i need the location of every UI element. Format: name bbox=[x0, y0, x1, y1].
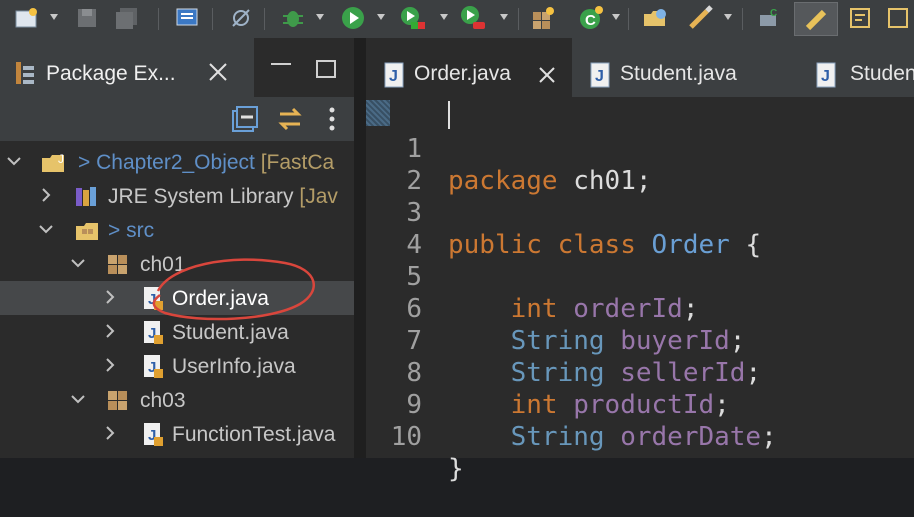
terminal-icon[interactable] bbox=[172, 2, 202, 34]
package-explorer-icon bbox=[14, 60, 36, 91]
minimize-icon[interactable] bbox=[271, 63, 291, 69]
package-explorer-view: Package Ex... J > Chapter2_Object [FastC… bbox=[0, 38, 354, 458]
java-file-icon: J bbox=[590, 62, 612, 93]
toolbar-separator bbox=[518, 8, 519, 30]
code-line: 4 bbox=[366, 197, 914, 260]
java-file-icon: J bbox=[816, 62, 838, 93]
close-icon[interactable] bbox=[538, 66, 556, 84]
search-dropdown-icon[interactable] bbox=[724, 14, 732, 20]
toggle-mark-occurrences-icon[interactable] bbox=[794, 2, 838, 36]
skip-breakpoints-icon[interactable] bbox=[226, 2, 256, 34]
code-line: 8 int productId; bbox=[366, 325, 914, 420]
svg-text:C: C bbox=[585, 12, 596, 29]
search-icon[interactable] bbox=[686, 2, 716, 34]
new-class-dropdown-icon[interactable] bbox=[612, 14, 620, 20]
maximize-icon[interactable] bbox=[316, 60, 336, 78]
tab-student-java[interactable]: J Student.java bbox=[572, 38, 798, 97]
line-number: 10 bbox=[390, 422, 422, 452]
debug-dropdown-icon[interactable] bbox=[316, 14, 324, 20]
new-dropdown-icon[interactable] bbox=[50, 14, 58, 20]
toolbar-separator bbox=[212, 8, 213, 30]
package-explorer-title: Package Ex... bbox=[46, 62, 176, 85]
debug-icon[interactable] bbox=[278, 2, 308, 34]
svg-text:J: J bbox=[821, 68, 830, 85]
run-icon[interactable] bbox=[338, 2, 368, 34]
pane-divider[interactable] bbox=[354, 38, 366, 458]
main-toolbar: C C bbox=[0, 0, 914, 38]
editor-tab-bar: J Order.java J Student.java J Studen bbox=[366, 38, 914, 97]
tab-studen-truncated[interactable]: J Studen bbox=[798, 38, 914, 97]
external-tools-dropdown-icon[interactable] bbox=[500, 14, 508, 20]
annotation-circle bbox=[152, 258, 315, 321]
previous-annotation-icon[interactable] bbox=[884, 2, 914, 34]
toolbar-separator bbox=[628, 8, 629, 30]
toolbar-separator bbox=[264, 8, 265, 30]
tab-order-java[interactable]: J Order.java bbox=[366, 38, 572, 97]
toolbar-separator bbox=[158, 8, 159, 30]
collapse-all-icon[interactable] bbox=[230, 105, 260, 138]
tab-label: Order.java bbox=[414, 62, 511, 85]
code-text: String orderDate; bbox=[510, 422, 777, 452]
text-cursor bbox=[448, 101, 450, 129]
code-line: 7 String sellerId; bbox=[366, 293, 914, 388]
code-line: 9 String orderDate; bbox=[366, 357, 914, 452]
link-with-editor-icon[interactable] bbox=[276, 105, 304, 138]
coverage-dropdown-icon[interactable] bbox=[440, 14, 448, 20]
code-line: 2 bbox=[366, 133, 914, 196]
new-class-icon[interactable]: C bbox=[576, 2, 606, 34]
view-menu-icon[interactable] bbox=[326, 105, 338, 138]
editor-area: J Order.java J Student.java J Studen 1 p… bbox=[366, 38, 914, 484]
svg-text:J: J bbox=[595, 68, 604, 85]
package-explorer-header: Package Ex... bbox=[0, 38, 354, 97]
package-tree: J > Chapter2_Object [FastCa JRE System L… bbox=[0, 141, 354, 458]
code-line: 3 public class Order { bbox=[366, 165, 914, 260]
tab-label: Student.java bbox=[620, 62, 737, 85]
save-icon[interactable] bbox=[72, 2, 102, 34]
next-annotation-icon[interactable] bbox=[846, 2, 876, 34]
svg-text:J: J bbox=[389, 68, 398, 85]
tab-label: Studen bbox=[850, 62, 914, 85]
run-coverage-icon[interactable] bbox=[398, 2, 428, 34]
code-line: 5 int orderId; bbox=[366, 229, 914, 324]
code-line: 10 } bbox=[366, 389, 914, 484]
pin-editor-icon[interactable]: C bbox=[754, 2, 784, 34]
run-dropdown-icon[interactable] bbox=[377, 14, 385, 20]
new-java-package-icon[interactable] bbox=[528, 2, 558, 34]
code-line: 6 String buyerId; bbox=[366, 261, 914, 356]
svg-text:C: C bbox=[770, 8, 777, 19]
toolbar-separator bbox=[742, 8, 743, 30]
package-explorer-toolbar bbox=[0, 97, 354, 141]
open-type-icon[interactable] bbox=[640, 2, 670, 34]
tab-package-explorer[interactable]: Package Ex... bbox=[0, 38, 254, 97]
close-icon[interactable] bbox=[206, 60, 230, 84]
external-tools-icon[interactable] bbox=[458, 2, 488, 34]
new-icon[interactable] bbox=[12, 2, 42, 34]
java-file-icon: J bbox=[384, 62, 406, 93]
save-all-icon[interactable] bbox=[112, 2, 142, 34]
